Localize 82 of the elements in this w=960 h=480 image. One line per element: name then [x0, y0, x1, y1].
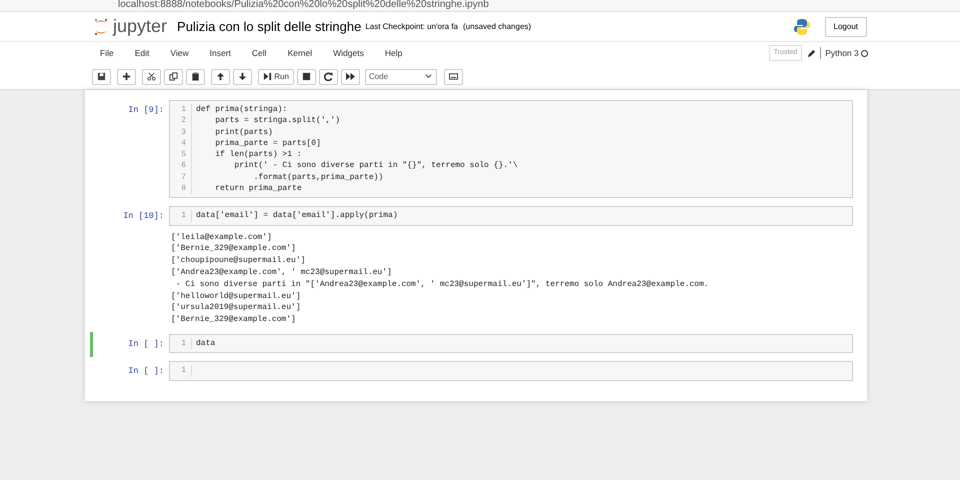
cell-prompt: In [ ]:: [127, 365, 165, 378]
output-line: ['helloworld@supermail.eu']: [170, 290, 302, 302]
output-line: ['leila@example.com']: [170, 232, 273, 244]
notebook-cell[interactable]: In [ ]: 1 data: [90, 332, 853, 358]
code-input[interactable]: 1 data: [169, 334, 853, 354]
code-line: data: [195, 338, 216, 350]
save-icon: [97, 72, 106, 81]
code-input[interactable]: 1 data['email'] = data['email'].apply(prima): [169, 206, 853, 226]
line-number: 6: [180, 160, 187, 172]
notebook-cell[interactable]: In [ ]: 1: [90, 359, 853, 385]
jupyter-logo-icon: [93, 18, 109, 36]
fast-forward-icon: [346, 72, 355, 81]
line-number: 1: [180, 210, 187, 222]
code-line: data['email'] = data['email'].apply(prima): [195, 210, 399, 222]
stop-button[interactable]: [296, 68, 316, 84]
code-line: print(parts): [214, 126, 274, 138]
menu-item[interactable]: Cell: [252, 46, 267, 60]
run-button[interactable]: Run: [258, 68, 294, 84]
output-line: ['ursula2019@supermail.eu']: [170, 302, 302, 314]
line-number: 1: [180, 338, 187, 350]
output-line: ['Bernie_329@example.com']: [170, 314, 297, 326]
copy-button[interactable]: [164, 68, 183, 84]
line-number: 4: [180, 138, 187, 150]
line-number: 7: [180, 172, 187, 184]
line-number: 1: [180, 104, 187, 116]
code-line: def prima(stringa):: [195, 104, 288, 116]
unsaved-text: (unsaved changes): [463, 20, 532, 32]
paste-button[interactable]: [186, 68, 205, 84]
output-line: ['choupipoune@supermail.eu']: [170, 255, 306, 268]
code-line: .format(parts,prima_parte)): [252, 172, 384, 184]
menu-item[interactable]: Kernel: [288, 46, 312, 60]
menu-item[interactable]: Insert: [210, 46, 231, 60]
keyboard-icon: [449, 72, 458, 81]
add-cell-icon: [122, 72, 131, 81]
caret-icon: [424, 72, 433, 81]
move-down-icon: [238, 72, 247, 81]
kernel-status-icon: [861, 50, 868, 56]
logout-button[interactable]: Logout: [824, 16, 867, 36]
cut-button[interactable]: [142, 68, 161, 84]
notebook-title[interactable]: Pulizia con lo split delle stringhe: [177, 16, 362, 36]
python-logo-icon: [792, 18, 811, 36]
code-line: return prima_parte: [214, 183, 303, 194]
move-down-button[interactable]: [233, 68, 252, 84]
step-icon: [263, 72, 272, 81]
code-line: print(' - Ci sono diverse parti in "{}", terremo solo {}.'\: [233, 160, 519, 172]
keyboard-button[interactable]: [444, 68, 464, 84]
line-number: 8: [180, 183, 187, 194]
menu-item[interactable]: Edit: [134, 46, 150, 60]
cell-type-dropdown[interactable]: Code: [364, 68, 437, 84]
kernel-name: Python 3: [820, 46, 859, 60]
fast-forward-button[interactable]: [340, 68, 360, 84]
add-cell-button[interactable]: [117, 68, 136, 84]
menu-item[interactable]: View: [170, 46, 189, 60]
output-line: ['Andrea23@example.com', ' mc23@supermail.eu']: [170, 267, 393, 279]
code-input[interactable]: [169, 100, 853, 198]
menu-item[interactable]: Help: [384, 46, 402, 60]
move-up-button[interactable]: [211, 68, 230, 84]
cell-prompt: In [10]:: [122, 210, 165, 224]
menu-item[interactable]: Widgets: [333, 46, 364, 60]
code-line: if len(parts) >1 :: [214, 149, 303, 160]
restart-button[interactable]: [318, 68, 338, 84]
paste-icon: [191, 72, 200, 81]
code-line: prima_parte = parts[0]: [214, 138, 322, 150]
save-button[interactable]: [92, 68, 111, 84]
logo-text[interactable]: jupyter: [113, 13, 168, 40]
output-line: ['Bernie_329@example.com']: [170, 243, 297, 256]
code-line: parts = stringa.split(','): [214, 115, 342, 127]
line-number: 5: [180, 149, 187, 160]
line-number: 1: [180, 365, 187, 377]
stop-icon: [302, 72, 311, 81]
pencil-icon[interactable]: [806, 48, 816, 58]
output-line: - Ci sono diverse parti in "['Andrea23@example.com', ' mc23@supermail.eu']", terremo solo Andrea23@example.com.: [174, 278, 710, 291]
checkpoint-text: Last Checkpoint: un'ora fa: [365, 20, 458, 32]
line-number: 3: [180, 126, 187, 138]
restart-icon: [324, 72, 333, 81]
copy-icon: [169, 72, 178, 81]
cell-prompt: In [9]:: [127, 104, 165, 117]
move-up-icon: [216, 72, 225, 81]
line-number: 2: [180, 115, 187, 127]
cell-prompt: In [ ]:: [127, 338, 165, 352]
cut-icon: [147, 72, 156, 81]
menu-item[interactable]: File: [100, 46, 114, 60]
